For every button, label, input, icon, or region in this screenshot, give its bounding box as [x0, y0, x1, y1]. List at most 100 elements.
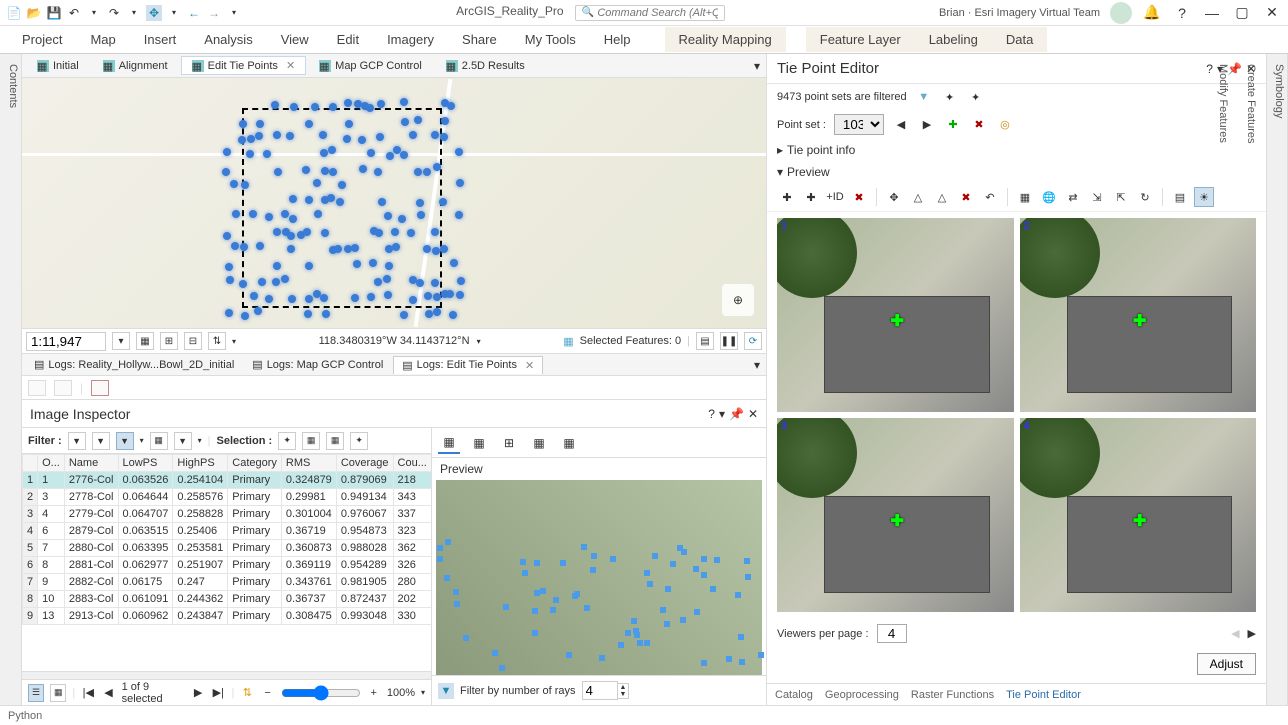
- point-set-dropdown[interactable]: 1035: [834, 114, 884, 135]
- tiepoint-marker[interactable]: [241, 312, 249, 320]
- tpe-filter-icon[interactable]: ▼: [915, 88, 933, 106]
- coord-drop-icon[interactable]: ▾: [477, 337, 481, 346]
- rail-contents[interactable]: Contents: [5, 60, 21, 705]
- tiepoint-marker[interactable]: [401, 118, 409, 126]
- tiepoint-marker[interactable]: [376, 133, 384, 141]
- tiepoint-marker[interactable]: [384, 212, 392, 220]
- filter-all-icon[interactable]: ▼: [68, 432, 86, 450]
- tiepoint-marker[interactable]: [358, 136, 366, 144]
- logtabs-dropdown-icon[interactable]: ▾: [748, 358, 766, 372]
- refresh-icon[interactable]: ⟳: [744, 332, 762, 350]
- preview-image[interactable]: [436, 480, 762, 675]
- tiepoint-marker[interactable]: [455, 148, 463, 156]
- tiepoint-marker[interactable]: [343, 135, 351, 143]
- tpe-rotate-icon[interactable]: ↻: [1135, 187, 1155, 207]
- tiepoint-marker[interactable]: [290, 103, 298, 111]
- tiepoint-marker[interactable]: [367, 149, 375, 157]
- ribbon-tab-map[interactable]: Map: [76, 27, 129, 52]
- ribbon-tab-edit[interactable]: Edit: [323, 27, 373, 52]
- tiepoint-marker[interactable]: [225, 263, 233, 271]
- pointset-add-icon[interactable]: ✚: [944, 116, 962, 134]
- tiepoint-marker[interactable]: [271, 101, 279, 109]
- tiepoint-marker[interactable]: [400, 98, 408, 106]
- table-row[interactable]: 232778-Col0.0646440.258576Primary0.29981…: [23, 489, 432, 506]
- histogram-tab-icon[interactable]: ▦: [528, 432, 550, 454]
- tiepoint-marker[interactable]: [423, 168, 431, 176]
- tpe-info-header[interactable]: ▸ Tie point info: [767, 139, 1266, 161]
- table-header[interactable]: RMS: [281, 455, 336, 472]
- tiepoint-marker[interactable]: [250, 292, 258, 300]
- tiepoint-marker[interactable]: [433, 163, 441, 171]
- tpe-globe-icon[interactable]: 🌐: [1039, 187, 1059, 207]
- logtab-initial[interactable]: ▤Logs: Reality_Hollyw...Bowl_2D_initial: [26, 356, 242, 373]
- ribbon-tab-feature-layer[interactable]: Feature Layer: [806, 27, 915, 52]
- tiepoint-marker[interactable]: [304, 310, 312, 318]
- tpe-moveall-icon[interactable]: △: [908, 187, 928, 207]
- tiepoint-marker[interactable]: [222, 168, 230, 176]
- table-row[interactable]: 572880-Col0.0633950.253581Primary0.36087…: [23, 540, 432, 557]
- scale-lock-icon[interactable]: ▾: [112, 332, 130, 350]
- table-header[interactable]: Coverage: [336, 455, 393, 472]
- last-icon[interactable]: ▶|: [211, 685, 225, 701]
- pointset-remove-icon[interactable]: ✖: [970, 116, 988, 134]
- table-row[interactable]: 8102883-Col0.0610910.244362Primary0.3673…: [23, 591, 432, 608]
- filter-selected-icon[interactable]: ▦: [150, 432, 168, 450]
- tiepoint-marker[interactable]: [367, 293, 375, 301]
- tiepoint-marker[interactable]: [344, 99, 352, 107]
- tpe-reject-icon[interactable]: ✖: [956, 187, 976, 207]
- filter-extent-icon[interactable]: ▼: [92, 432, 110, 450]
- tiepoint-marker[interactable]: [456, 179, 464, 187]
- sel-clear-icon[interactable]: ✦: [350, 432, 368, 450]
- sort-icon[interactable]: ⇅: [240, 685, 254, 701]
- command-search-input[interactable]: [597, 7, 718, 19]
- maptab-initial[interactable]: ▦Initial: [26, 57, 90, 75]
- tiepoint-marker[interactable]: [386, 152, 394, 160]
- tiepoint-marker[interactable]: [414, 116, 422, 124]
- stats-tab-icon[interactable]: ⊞: [498, 432, 520, 454]
- zoom-in-icon[interactable]: +: [367, 685, 381, 701]
- avatar[interactable]: [1110, 2, 1132, 24]
- explore-drop-icon[interactable]: ▾: [166, 5, 182, 21]
- tiepoint-marker[interactable]: [226, 276, 234, 284]
- pointset-prev-icon[interactable]: ◀: [892, 116, 910, 134]
- open-icon[interactable]: 📂: [26, 5, 42, 21]
- tpe-accept-icon[interactable]: △: [932, 187, 952, 207]
- tiepoint-marker[interactable]: [274, 168, 282, 176]
- tiepoint-marker[interactable]: [287, 232, 295, 240]
- table-row[interactable]: 112776-Col0.0635260.254104Primary0.32487…: [23, 472, 432, 489]
- tiepoint-marker[interactable]: [305, 262, 313, 270]
- tiepoint-marker[interactable]: [273, 262, 281, 270]
- filter-drop-icon[interactable]: ▾: [140, 436, 144, 445]
- inspector-help-icon[interactable]: ?: [708, 407, 715, 421]
- tiepoint-marker[interactable]: [457, 277, 465, 285]
- tpe-expand-icon[interactable]: ⇱: [1111, 187, 1131, 207]
- h-scrollbar[interactable]: [22, 671, 431, 679]
- tiepoint-marker[interactable]: [329, 103, 337, 111]
- tiepoint-marker[interactable]: [440, 133, 448, 141]
- ribbon-tab-view[interactable]: View: [267, 27, 323, 52]
- close-icon[interactable]: ✕: [1262, 3, 1282, 23]
- help-icon[interactable]: ?: [1172, 3, 1192, 23]
- view-grid-icon[interactable]: ▦: [50, 684, 66, 702]
- viewers-input[interactable]: [877, 624, 907, 643]
- tpe-viewer-1[interactable]: ✚1: [777, 218, 1014, 412]
- tiepoint-marker[interactable]: [450, 259, 458, 267]
- new-project-icon[interactable]: 📄: [6, 5, 22, 21]
- catalog-icon[interactable]: ▤: [696, 332, 714, 350]
- sel-flash-icon[interactable]: ▦: [326, 432, 344, 450]
- table-header[interactable]: Category: [228, 455, 282, 472]
- image-tab-icon[interactable]: ▦: [468, 432, 490, 454]
- inspector-pin-icon[interactable]: 📌: [729, 407, 744, 421]
- inspector-close-icon[interactable]: ✕: [748, 407, 758, 421]
- close-tab-icon[interactable]: ✕: [286, 59, 295, 72]
- ribbon-tab-data[interactable]: Data: [992, 27, 1047, 52]
- maptab-edit-tie-points[interactable]: ▦Edit Tie Points✕: [181, 56, 307, 75]
- inspector-menu-icon[interactable]: ▾: [719, 407, 725, 421]
- user-label[interactable]: Brian · Esri Imagery Virtual Team: [939, 7, 1100, 19]
- tiepoint-marker[interactable]: [433, 308, 441, 316]
- undo-icon[interactable]: ↶: [66, 5, 82, 21]
- maptabs-dropdown-icon[interactable]: ▾: [748, 59, 766, 73]
- qat-drop-icon[interactable]: ▾: [226, 5, 242, 21]
- tiepoint-marker[interactable]: [455, 211, 463, 219]
- dynamic-icon[interactable]: ⇅: [208, 332, 226, 350]
